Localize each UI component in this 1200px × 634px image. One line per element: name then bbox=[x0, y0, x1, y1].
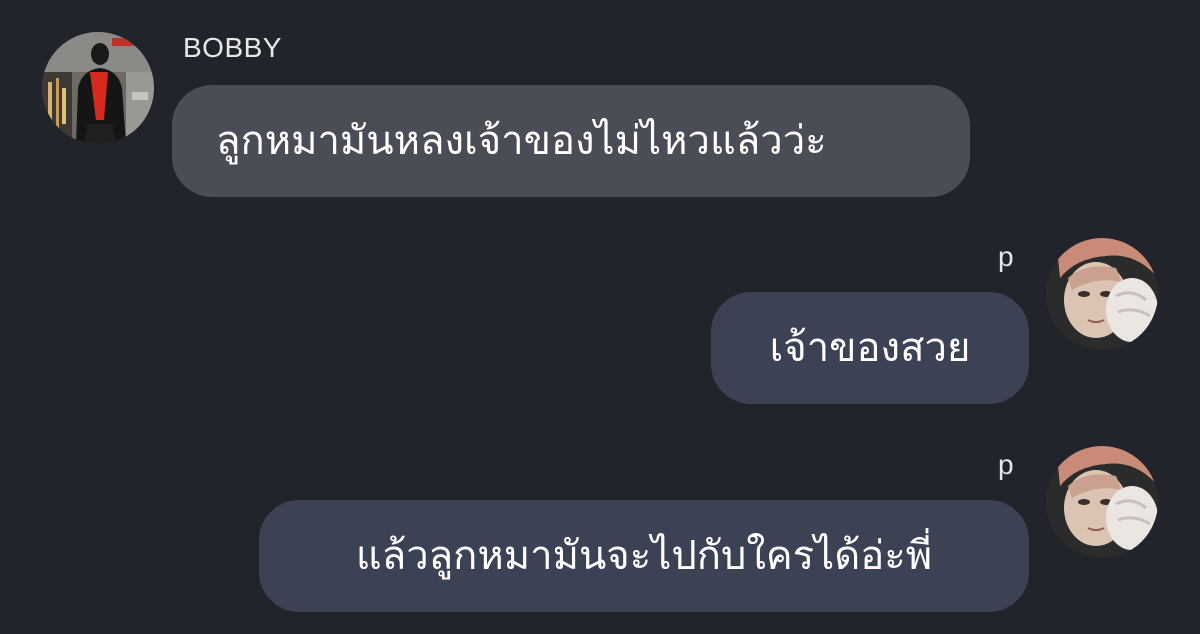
message-text: แล้วลูกหมามันจะไปกับใครได้อ่ะพี่ bbox=[355, 533, 933, 579]
message-bubble[interactable]: แล้วลูกหมามันจะไปกับใครได้อ่ะพี่ bbox=[259, 500, 1029, 612]
profile-photo-face-icon[interactable] bbox=[1046, 446, 1158, 558]
sender-name: p bbox=[998, 449, 1015, 480]
sender-name: p bbox=[998, 241, 1015, 272]
sender-name: BOBBY bbox=[183, 32, 282, 63]
message-bubble[interactable]: เจ้าของสวย bbox=[711, 292, 1029, 404]
message-text: ลูกหมามันหลงเจ้าของไม่ไหวแล้วว่ะ bbox=[216, 118, 827, 164]
message-bubble[interactable]: ลูกหมามันหลงเจ้าของไม่ไหวแล้วว่ะ bbox=[172, 85, 970, 197]
message-text: เจ้าของสวย bbox=[769, 325, 971, 371]
profile-photo-man-red-shirt-icon[interactable] bbox=[42, 32, 154, 144]
profile-photo-face-icon[interactable] bbox=[1046, 238, 1158, 350]
